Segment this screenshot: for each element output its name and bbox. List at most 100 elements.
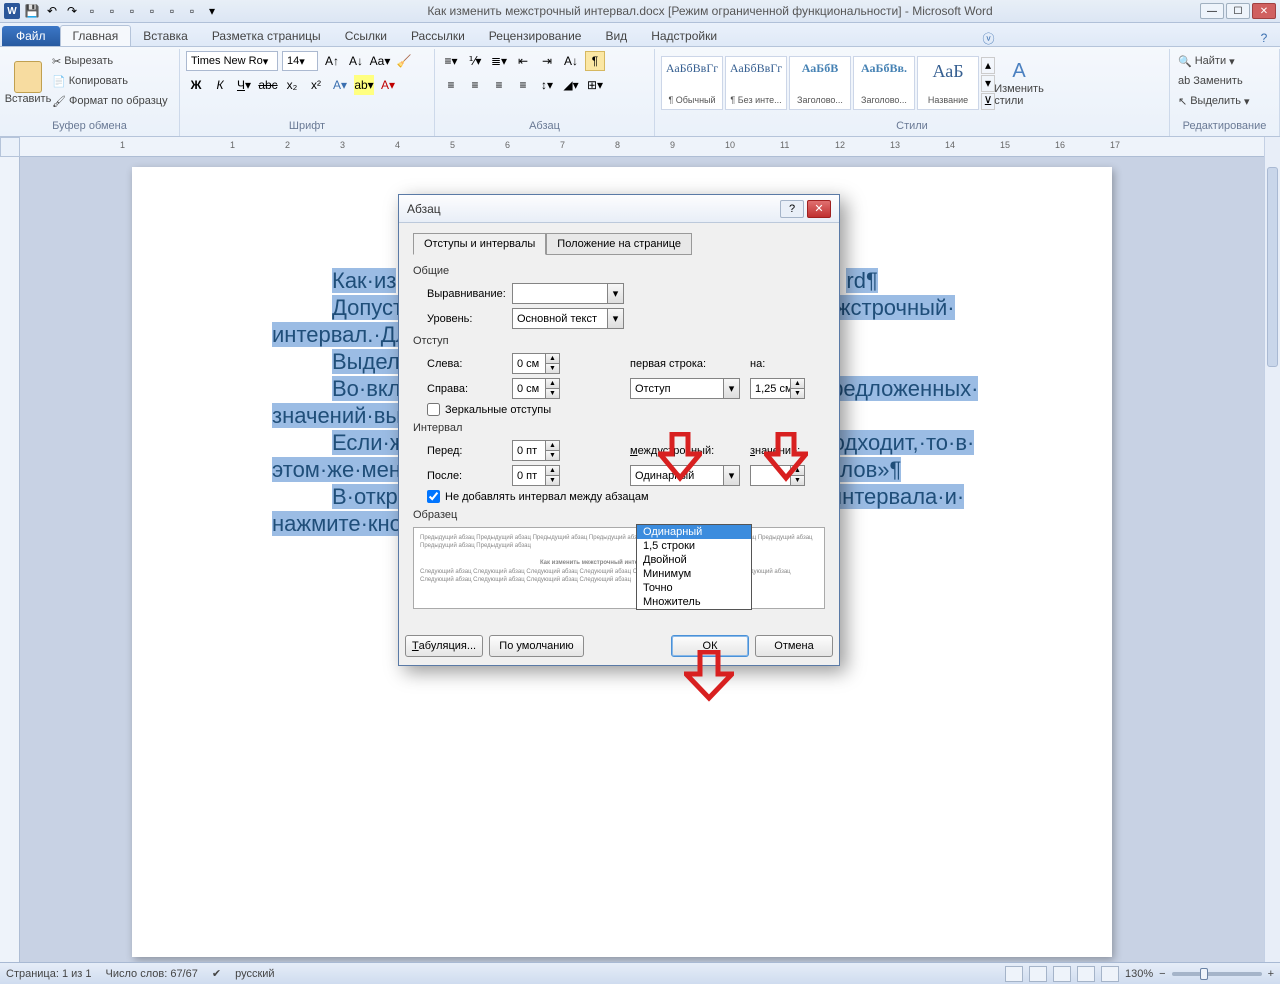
view-print-layout-icon[interactable] [1005, 966, 1023, 982]
font-color-icon[interactable]: A▾ [378, 75, 398, 95]
qat-btn[interactable]: ▫ [144, 3, 160, 19]
chevron-down-icon[interactable]: ▾ [607, 309, 623, 328]
style-heading1[interactable]: АаБбВЗаголово... [789, 56, 851, 110]
tab-mailings[interactable]: Рассылки [399, 26, 477, 46]
tab-references[interactable]: Ссылки [333, 26, 399, 46]
qat-btn[interactable]: ▫ [84, 3, 100, 19]
highlight-icon[interactable]: ab▾ [354, 75, 374, 95]
first-line-by-spinner[interactable]: 1,25 см▲▼ [750, 378, 805, 399]
spin-down-icon[interactable]: ▼ [545, 476, 559, 485]
tab-layout[interactable]: Разметка страницы [200, 26, 333, 46]
shading-icon[interactable]: ◢▾ [561, 75, 581, 95]
copy-button[interactable]: 📄Копировать [50, 71, 170, 91]
chevron-down-icon[interactable]: ▾ [723, 379, 739, 398]
first-line-combo[interactable]: Отступ▾ [630, 378, 740, 399]
qat-btn[interactable]: ▫ [164, 3, 180, 19]
ruler-corner[interactable] [0, 137, 20, 157]
zoom-level[interactable]: 130% [1125, 968, 1153, 980]
dropdown-option[interactable]: Множитель [637, 595, 751, 609]
style-normal[interactable]: АаБбВвГг¶ Обычный [661, 56, 723, 110]
view-web-icon[interactable] [1053, 966, 1071, 982]
qat-more-icon[interactable]: ▾ [204, 3, 220, 19]
font-size-combo[interactable]: 14▾ [282, 51, 318, 71]
minimize-ribbon-icon[interactable]: ⓥ [981, 30, 997, 46]
spin-up-icon[interactable]: ▲ [545, 379, 559, 389]
styles-down-icon[interactable]: ▾ [981, 75, 995, 92]
undo-icon[interactable]: ↶ [44, 3, 60, 19]
sort-icon[interactable]: A↓ [561, 51, 581, 71]
zoom-out-icon[interactable]: − [1159, 968, 1165, 980]
select-button[interactable]: ↖Выделить▾ [1176, 91, 1273, 111]
show-marks-icon[interactable]: ¶ [585, 51, 605, 71]
format-painter-button[interactable]: 🖌Формат по образцу [50, 91, 170, 111]
style-heading2[interactable]: АаБбВв.Заголово... [853, 56, 915, 110]
minimize-button[interactable]: — [1200, 3, 1224, 19]
tabs-button[interactable]: Табуляция... [405, 635, 483, 657]
multilevel-icon[interactable]: ≣▾ [489, 51, 509, 71]
dropdown-option[interactable]: Минимум [637, 567, 751, 581]
tab-review[interactable]: Рецензирование [477, 26, 594, 46]
styles-more-icon[interactable]: ⊻ [981, 93, 995, 110]
zoom-slider[interactable] [1172, 972, 1262, 976]
style-no-spacing[interactable]: АаБбВвГг¶ Без инте... [725, 56, 787, 110]
subscript-icon[interactable]: x₂ [282, 75, 302, 95]
save-icon[interactable]: 💾 [24, 3, 40, 19]
justify-icon[interactable]: ≡ [513, 75, 533, 95]
align-center-icon[interactable]: ≡ [465, 75, 485, 95]
spin-up-icon[interactable]: ▲ [545, 441, 559, 451]
view-full-screen-icon[interactable] [1029, 966, 1047, 982]
increase-indent-icon[interactable]: ⇥ [537, 51, 557, 71]
spin-down-icon[interactable]: ▼ [545, 451, 559, 460]
proofing-icon[interactable]: ✔ [212, 967, 221, 980]
dropdown-option[interactable]: Одинарный [637, 525, 751, 539]
text-effects-icon[interactable]: A▾ [330, 75, 350, 95]
status-language[interactable]: русский [235, 968, 274, 980]
qat-btn[interactable]: ▫ [104, 3, 120, 19]
spin-down-icon[interactable]: ▼ [790, 389, 804, 398]
spin-down-icon[interactable]: ▼ [545, 364, 559, 373]
status-words[interactable]: Число слов: 67/67 [106, 968, 198, 980]
shrink-font-icon[interactable]: A↓ [346, 51, 366, 71]
cut-button[interactable]: ✂Вырезать [50, 51, 170, 71]
spin-up-icon[interactable]: ▲ [790, 379, 804, 389]
qat-btn[interactable]: ▫ [184, 3, 200, 19]
vertical-ruler[interactable] [0, 157, 20, 962]
find-button[interactable]: 🔍Найти▾ [1176, 51, 1273, 71]
spin-up-icon[interactable]: ▲ [545, 354, 559, 364]
italic-icon[interactable]: К [210, 75, 230, 95]
dropdown-option[interactable]: Точно [637, 581, 751, 595]
indent-right-spinner[interactable]: 0 см▲▼ [512, 378, 560, 399]
grow-font-icon[interactable]: A↑ [322, 51, 342, 71]
view-outline-icon[interactable] [1077, 966, 1095, 982]
align-right-icon[interactable]: ≡ [489, 75, 509, 95]
mirror-indents-checkbox[interactable] [427, 403, 440, 416]
dialog-close-button[interactable]: ✕ [807, 200, 831, 218]
change-case-icon[interactable]: Aa▾ [370, 51, 390, 71]
dialog-tab-position[interactable]: Положение на странице [546, 233, 692, 255]
status-page[interactable]: Страница: 1 из 1 [6, 968, 92, 980]
no-space-checkbox[interactable] [427, 490, 440, 503]
set-default-button[interactable]: По умолчанию [489, 635, 584, 657]
maximize-button[interactable]: ☐ [1226, 3, 1250, 19]
clear-format-icon[interactable]: 🧹 [394, 51, 414, 71]
paste-button[interactable]: Вставить [6, 51, 50, 115]
level-combo[interactable]: Основной текст▾ [512, 308, 624, 329]
dropdown-option[interactable]: 1,5 строки [637, 539, 751, 553]
qat-btn[interactable]: ▫ [124, 3, 140, 19]
dialog-titlebar[interactable]: Абзац ? ✕ [399, 195, 839, 223]
bold-icon[interactable]: Ж [186, 75, 206, 95]
view-draft-icon[interactable] [1101, 966, 1119, 982]
space-before-spinner[interactable]: 0 пт▲▼ [512, 440, 560, 461]
chevron-down-icon[interactable]: ▾ [607, 284, 623, 303]
bullets-icon[interactable]: ≡▾ [441, 51, 461, 71]
chevron-down-icon[interactable]: ▾ [723, 466, 739, 485]
borders-icon[interactable]: ⊞▾ [585, 75, 605, 95]
dialog-help-button[interactable]: ? [780, 200, 804, 218]
numbering-icon[interactable]: ⅟▾ [465, 51, 485, 71]
superscript-icon[interactable]: x² [306, 75, 326, 95]
zoom-handle[interactable] [1200, 968, 1208, 980]
decrease-indent-icon[interactable]: ⇤ [513, 51, 533, 71]
spin-up-icon[interactable]: ▲ [545, 466, 559, 476]
scroll-thumb[interactable] [1267, 167, 1278, 367]
replace-button[interactable]: abЗаменить [1176, 71, 1273, 91]
